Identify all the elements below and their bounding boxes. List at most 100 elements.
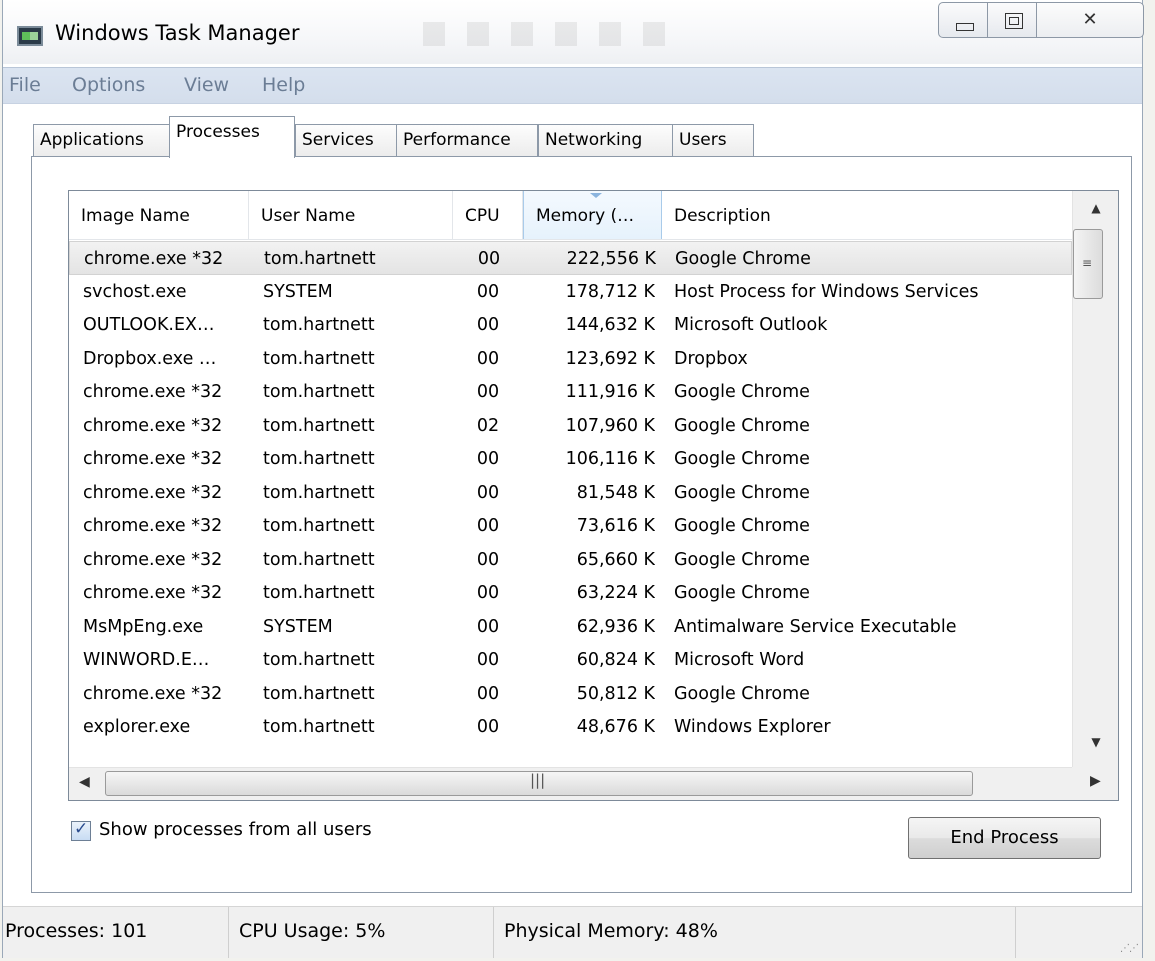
table-row[interactable]: chrome.exe *32 tom.hartnett 00 65,660 K Goog…: [69, 543, 1072, 577]
vertical-scroll-thumb[interactable]: ≡: [1073, 229, 1103, 299]
cell-cpu: 02: [476, 415, 500, 436]
restore-icon: [1005, 13, 1023, 29]
window-title: Windows Task Manager: [55, 21, 300, 45]
cell-description: Antimalware Service Executable: [674, 616, 957, 637]
cell-cpu: 00: [476, 482, 500, 503]
cell-image-name: chrome.exe *32: [83, 449, 223, 469]
cell-image-name: chrome.exe *32: [84, 249, 224, 269]
cell-user-name: tom.hartnett: [263, 583, 375, 603]
cell-memory: 144,632 K: [565, 315, 655, 335]
table-row[interactable]: chrome.exe *32 tom.hartnett 00 50,812 K Goog…: [69, 677, 1072, 711]
table-row[interactable]: chrome.exe *32 tom.hartnett 00 111,916 K Goo…: [69, 375, 1072, 409]
scroll-grip-icon: |||: [530, 771, 546, 789]
cell-cpu: 00: [476, 281, 500, 302]
tab-performance[interactable]: Performance: [396, 124, 538, 156]
cell-description: Microsoft Outlook: [674, 315, 828, 335]
cell-image-name: chrome.exe *32: [83, 382, 223, 402]
cell-description: Windows Explorer: [674, 717, 831, 737]
cell-user-name: tom.hartnett: [263, 650, 375, 670]
cell-user-name: tom.hartnett: [263, 516, 375, 536]
table-row[interactable]: explorer.exe tom.hartnett 00 48,676 K Window…: [69, 710, 1072, 744]
cell-user-name: tom.hartnett: [263, 549, 375, 570]
cell-description: Google Chrome: [674, 482, 810, 503]
scroll-down-arrow-icon[interactable]: ▼: [1073, 735, 1118, 749]
cell-cpu: 00: [476, 650, 500, 670]
list-header: Image Name User Name CPU Memory (… Descr…: [69, 191, 1072, 240]
cell-memory: 123,692 K: [565, 348, 655, 369]
cell-user-name: tom.hartnett: [263, 415, 375, 436]
table-row[interactable]: chrome.exe *32 tom.hartnett 00 81,548 K Goog…: [69, 476, 1072, 510]
menu-view[interactable]: View: [184, 74, 229, 96]
cell-memory: 60,824 K: [576, 650, 655, 670]
cell-description: Google Chrome: [674, 583, 810, 603]
status-cpu-segment: CPU Usage: 5%: [229, 907, 494, 958]
cell-memory: 73,616 K: [576, 516, 655, 536]
menu-file[interactable]: File: [9, 74, 41, 96]
menu-help[interactable]: Help: [262, 74, 305, 96]
maximize-button[interactable]: [987, 2, 1037, 38]
cell-image-name: explorer.exe: [83, 717, 191, 737]
tab-networking[interactable]: Networking: [538, 124, 673, 156]
tab-users[interactable]: Users: [672, 124, 754, 156]
cell-memory: 111,916 K: [565, 382, 655, 402]
column-memory[interactable]: Memory (…: [523, 191, 662, 239]
table-row[interactable]: Dropbox.exe … tom.hartnett 00 123,692 K Drop…: [69, 342, 1072, 376]
cell-user-name: tom.hartnett: [263, 449, 375, 469]
horizontal-scrollbar[interactable]: ◀ |||: [69, 767, 1072, 800]
title-bar[interactable]: Windows Task Manager ✕: [3, 0, 1144, 64]
cell-user-name: tom.hartnett: [263, 315, 375, 335]
tab-processes[interactable]: Processes: [169, 116, 295, 158]
table-row[interactable]: WINWORD.E… tom.hartnett 00 60,824 K Microsof…: [69, 643, 1072, 677]
cell-user-name: SYSTEM: [263, 281, 333, 302]
table-row[interactable]: chrome.exe *32 tom.hartnett 00 73,616 K Goog…: [69, 509, 1072, 543]
cell-cpu: 00: [476, 449, 500, 469]
cell-memory: 48,676 K: [576, 717, 655, 737]
cell-cpu: 00: [477, 249, 501, 269]
status-memory-segment: Physical Memory: 48%: [494, 907, 1016, 958]
cell-description: Google Chrome: [674, 516, 810, 536]
menu-options[interactable]: Options: [72, 74, 145, 96]
cell-description: Host Process for Windows Services: [674, 281, 979, 302]
table-row[interactable]: chrome.exe *32 tom.hartnett 00 106,116 K Goo…: [69, 442, 1072, 476]
cell-user-name: tom.hartnett: [264, 249, 376, 269]
table-row[interactable]: svchost.exe SYSTEM 00 178,712 K Host Process…: [69, 275, 1072, 309]
cell-image-name: chrome.exe *32: [83, 549, 223, 570]
scroll-up-arrow-icon[interactable]: ▲: [1073, 201, 1118, 215]
column-image-name[interactable]: Image Name: [69, 191, 249, 239]
tab-services[interactable]: Services: [295, 124, 397, 156]
table-row[interactable]: OUTLOOK.EX… tom.hartnett 00 144,632 K Micros…: [69, 308, 1072, 342]
cell-image-name: WINWORD.E…: [83, 650, 210, 670]
cell-cpu: 00: [476, 683, 500, 704]
cell-image-name: chrome.exe *32: [83, 683, 223, 704]
table-row[interactable]: chrome.exe *32 tom.hartnett 00 63,224 K Goog…: [69, 576, 1072, 610]
scroll-left-arrow-icon[interactable]: ◀: [79, 774, 90, 790]
cell-memory: 50,812 K: [576, 683, 655, 704]
resize-grip-icon[interactable]: ⋰⋰: [1120, 943, 1139, 954]
table-row[interactable]: MsMpEng.exe SYSTEM 00 62,936 K Antimalware S…: [69, 610, 1072, 644]
sort-descending-icon: [590, 193, 602, 198]
horizontal-scroll-thumb[interactable]: |||: [105, 771, 973, 796]
cell-image-name: chrome.exe *32: [83, 583, 223, 603]
vertical-scrollbar[interactable]: ▲ ≡ ▼: [1072, 191, 1118, 767]
cell-description: Dropbox: [674, 348, 748, 369]
close-button[interactable]: ✕: [1036, 2, 1144, 38]
minimize-button[interactable]: [938, 2, 988, 38]
cell-memory: 107,960 K: [565, 415, 655, 436]
column-cpu[interactable]: CPU: [453, 191, 523, 239]
show-all-users-checkbox[interactable]: [71, 819, 91, 841]
column-user-name[interactable]: User Name: [249, 191, 453, 239]
process-list[interactable]: Image Name User Name CPU Memory (… Descr…: [68, 190, 1119, 801]
table-row[interactable]: chrome.exe *32 tom.hartnett 02 107,960 K Goo…: [69, 409, 1072, 443]
tab-applications[interactable]: Applications: [33, 124, 171, 156]
column-description[interactable]: Description: [662, 191, 1072, 239]
task-manager-window: Windows Task Manager ✕ File Options View…: [2, 0, 1144, 958]
end-process-button[interactable]: End Process: [908, 817, 1101, 859]
cell-memory: 81,548 K: [576, 482, 655, 503]
status-physical-memory: Physical Memory: 48%: [504, 920, 718, 942]
scroll-grip-icon: ≡: [1082, 256, 1093, 270]
cell-cpu: 00: [476, 616, 500, 637]
cell-cpu: 00: [476, 382, 500, 402]
scroll-right-arrow-icon[interactable]: ▶: [1090, 773, 1101, 789]
table-row[interactable]: chrome.exe *32 tom.hartnett 00 222,556 K Goo…: [69, 241, 1072, 275]
cell-image-name: svchost.exe: [83, 281, 187, 302]
